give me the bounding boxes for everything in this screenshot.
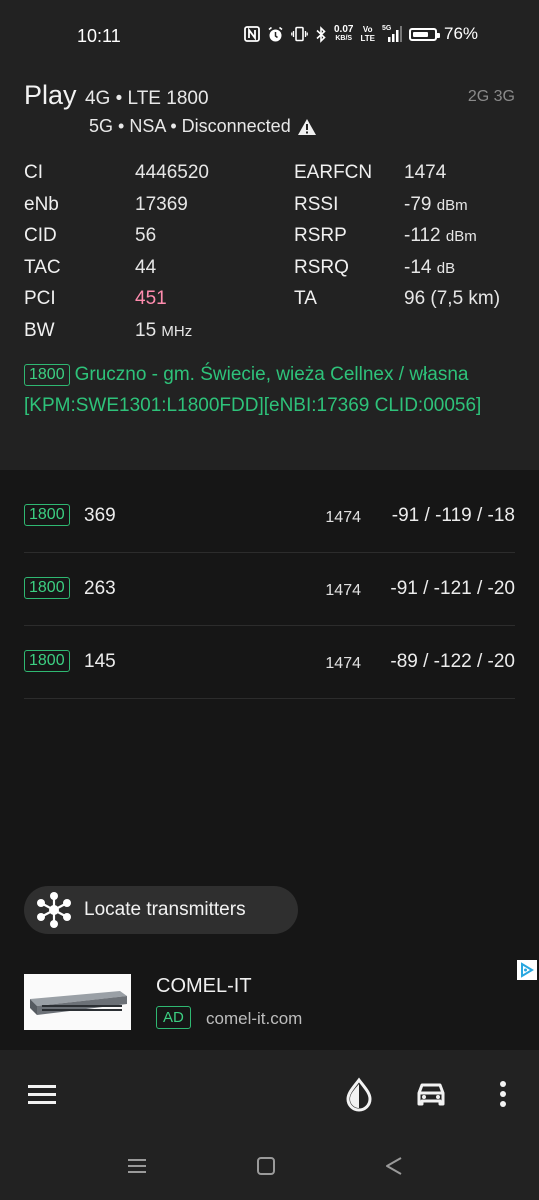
param-value: -79 dBm: [404, 193, 468, 215]
param-row: CI 4446520 EARFCN 1474: [24, 162, 524, 194]
neighbor-row[interactable]: 1800 263 1474 -91 / -121 / -20: [24, 553, 515, 626]
param-key: BW: [24, 319, 55, 341]
param-key: TA: [294, 288, 317, 309]
param-row: eNb 17369 RSSI -79 dBm: [24, 194, 524, 226]
neighbor-row[interactable]: 1800 145 1474 -89 / -122 / -20: [24, 626, 515, 699]
nfc-icon: [244, 26, 260, 42]
neighbor-pci: 145: [84, 651, 116, 672]
volte-indicator: Vo LTE: [360, 25, 375, 43]
car-icon[interactable]: [413, 1076, 449, 1112]
neighbor-earfcn: 1474: [325, 582, 361, 599]
cell-parameters: CI 4446520 EARFCN 1474 eNb 17369 RSSI -7…: [24, 162, 524, 351]
param-row: BW 15 MHz: [24, 320, 524, 352]
param-key: RSSI: [294, 193, 339, 215]
param-key: RSRQ: [294, 256, 349, 278]
nr-status-row: 5G • NSA • Disconnected: [89, 116, 317, 137]
band-badge: 1800: [24, 650, 70, 672]
warning-icon: [297, 118, 316, 135]
more-options-icon[interactable]: [485, 1076, 521, 1112]
status-icons: 0.07 KB/S Vo LTE 5G 76%: [244, 24, 478, 44]
neighbor-pci: 369: [84, 505, 116, 526]
param-value: 1474: [404, 162, 447, 183]
locate-transmitters-button[interactable]: Locate transmitters: [24, 886, 298, 934]
neighbor-row[interactable]: 1800 369 1474 -91 / -119 / -18: [24, 480, 515, 553]
signal-icon: 5G: [382, 25, 402, 43]
status-time: 10:11: [77, 26, 121, 46]
param-key: CI: [24, 162, 43, 183]
band-badge: 1800: [24, 504, 70, 526]
back-icon[interactable]: [382, 1154, 406, 1178]
param-value: 15 MHz: [135, 319, 193, 341]
neighbor-earfcn: 1474: [325, 655, 361, 672]
ad-url[interactable]: comel-it.com: [206, 1009, 302, 1029]
param-value: -14 dB: [404, 256, 456, 278]
ad-title[interactable]: COMEL-IT: [156, 975, 252, 998]
home-icon[interactable]: [254, 1154, 278, 1178]
menu-icon[interactable]: [24, 1076, 60, 1112]
locate-transmitters-label: Locate transmitters: [84, 899, 246, 920]
param-key: CID: [24, 225, 57, 246]
ad-banner[interactable]: COMEL-IT AD comel-it.com: [0, 958, 539, 1048]
theme-contrast-icon[interactable]: [341, 1076, 377, 1112]
alt-technologies: 2G 3G: [467, 88, 515, 105]
operator-name: Play: [24, 80, 77, 110]
alarm-icon: [268, 26, 283, 41]
param-value: 56: [135, 225, 157, 246]
bottom-app-bar: [0, 1050, 539, 1136]
band-badge: 1800: [24, 364, 70, 386]
param-key: PCI: [24, 288, 56, 309]
operator-row: Play 4G • LTE 1800 2G 3G: [24, 80, 515, 116]
adchoices-icon[interactable]: [517, 960, 537, 980]
neighbor-earfcn: 1474: [325, 509, 361, 526]
status-bar: 10:11 0.07 KB/S Vo LTE 5G 76%: [0, 0, 539, 72]
neighbor-signal: -91 / -119 / -18: [391, 505, 515, 526]
technology-label: 4G • LTE 1800: [84, 88, 209, 109]
param-value: 96 (7,5 km): [404, 288, 501, 309]
neighbor-signal: -89 / -122 / -20: [390, 651, 515, 672]
neighbor-cells-list: 1800 369 1474 -91 / -119 / -18 1800 263 …: [24, 480, 515, 699]
param-key: TAC: [24, 256, 61, 278]
site-info[interactable]: 1800 Gruczno - gm. Świecie, wieża Cellnex…: [24, 360, 494, 421]
data-speed: 0.07 KB/S: [334, 24, 354, 43]
param-key: eNb: [24, 193, 59, 215]
battery-icon: [408, 27, 440, 41]
vibrate-icon: [291, 26, 308, 42]
param-key: EARFCN: [294, 162, 373, 183]
param-key: RSRP: [294, 225, 347, 246]
param-value: 44: [135, 256, 157, 278]
band-badge: 1800: [24, 577, 70, 599]
pci-value: 451: [135, 288, 167, 309]
ad-image[interactable]: [24, 974, 131, 1030]
param-row: CID 56 RSRP -112 dBm: [24, 225, 524, 257]
param-row: PCI 451 TA 96 (7,5 km): [24, 288, 524, 320]
system-navigation-bar: [0, 1136, 539, 1200]
serving-cell-panel[interactable]: Play 4G • LTE 1800 2G 3G 5G • NSA • Disc…: [0, 72, 539, 470]
param-row: TAC 44 RSRQ -14 dB: [24, 257, 524, 289]
recent-apps-icon[interactable]: [125, 1154, 149, 1178]
bluetooth-icon: [316, 25, 326, 43]
site-description: Gruczno - gm. Świecie, wieża Cellnex / w…: [24, 364, 482, 416]
ad-badge: AD: [156, 1006, 191, 1029]
nr-status: 5G • NSA • Disconnected: [89, 116, 291, 136]
param-value: 17369: [135, 193, 188, 215]
neighbor-pci: 263: [84, 578, 116, 599]
battery-percent: 76%: [443, 24, 479, 43]
neighbor-signal: -91 / -121 / -20: [390, 578, 515, 599]
network-nodes-icon: [37, 892, 71, 928]
param-value: 4446520: [135, 162, 209, 183]
param-value: -112 dBm: [404, 225, 477, 246]
